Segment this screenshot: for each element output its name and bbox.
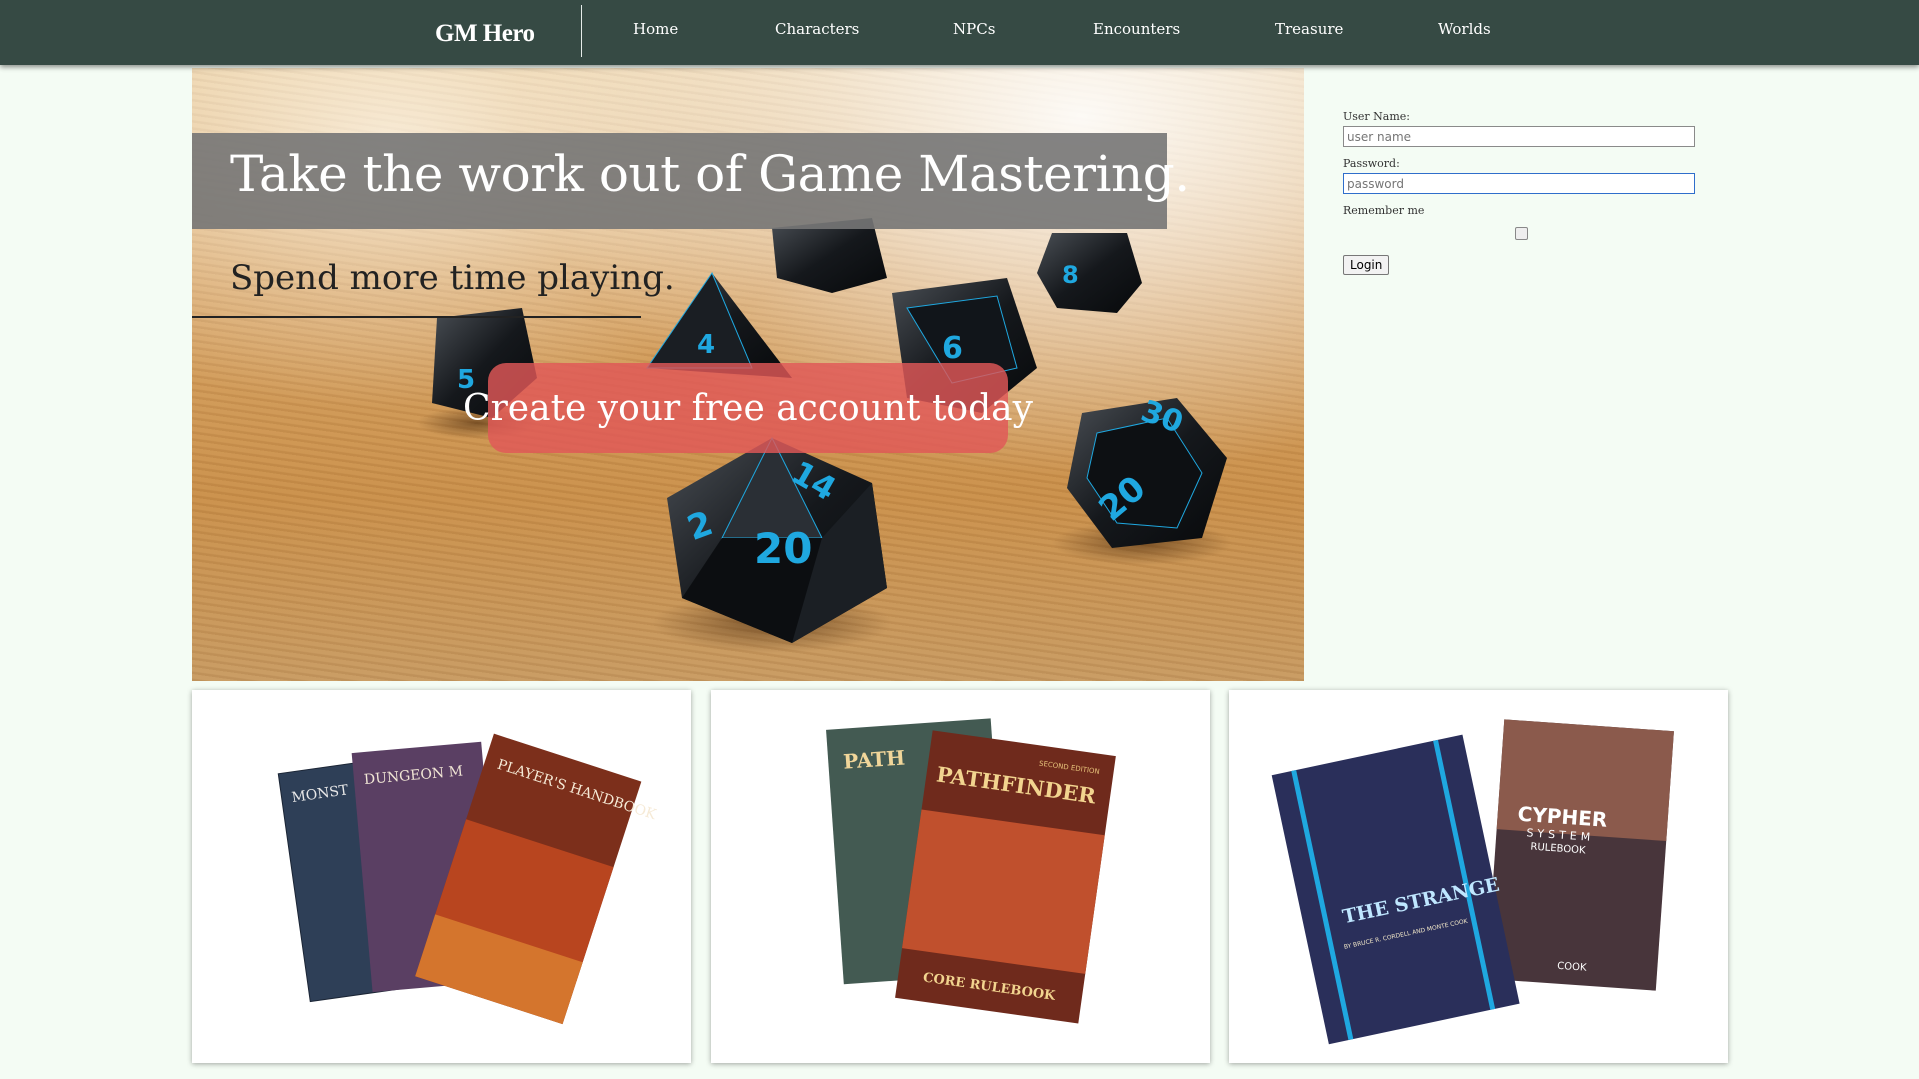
- nav-npcs[interactable]: NPCs: [953, 20, 995, 38]
- nav-worlds[interactable]: Worlds: [1438, 20, 1491, 38]
- dnd-books-card[interactable]: MONST DUNGEON M PLAYER'S HANDBOOK: [192, 690, 691, 1063]
- pathfinder-books-card[interactable]: PATH PATHFINDER SECOND EDITION CORE RULE…: [711, 690, 1210, 1063]
- login-form: User Name: Password: Remember me Login: [1343, 110, 1695, 275]
- die-number: 20: [754, 524, 812, 573]
- nav-characters[interactable]: Characters: [775, 20, 859, 38]
- hero-title-band: Take the work out of Game Mastering.: [192, 133, 1190, 229]
- nav-treasure[interactable]: Treasure: [1275, 20, 1343, 38]
- die-number: 4: [697, 330, 715, 360]
- d10-die: [772, 218, 887, 293]
- username-label: User Name:: [1343, 110, 1411, 123]
- cypher-books-card[interactable]: CYPHER SYSTEM RULEBOOK COOK THE STRANGE …: [1229, 690, 1728, 1063]
- create-account-button[interactable]: Create your free account today: [463, 363, 1033, 453]
- book-title: PATH: [842, 745, 905, 773]
- die-number: 6: [942, 331, 963, 366]
- nav-divider: [581, 5, 582, 57]
- hero-subtitle: Spend more time playing.: [230, 258, 675, 298]
- subtitle-underline: [192, 316, 641, 318]
- hero-banner: 20 14 2 30 20 6 4 8 5 Take the work out …: [192, 68, 1304, 681]
- top-navbar: GM Hero Home Characters NPCs Encounters …: [0, 0, 1919, 65]
- username-input[interactable]: [1343, 126, 1695, 147]
- nav-encounters[interactable]: Encounters: [1093, 20, 1180, 38]
- nav-home[interactable]: Home: [633, 20, 678, 38]
- password-label: Password:: [1343, 157, 1400, 170]
- hero-title: Take the work out of Game Mastering.: [230, 145, 1190, 203]
- remember-me-checkbox[interactable]: [1515, 227, 1528, 240]
- d6-die: 8: [1037, 233, 1142, 313]
- book-author: COOK: [1557, 961, 1587, 974]
- remember-me-label: Remember me: [1343, 204, 1425, 217]
- d12-die: 30 20: [1067, 394, 1227, 548]
- die-number: 8: [1062, 261, 1079, 289]
- cypher-books-image: CYPHER SYSTEM RULEBOOK COOK THE STRANGE …: [1271, 719, 1674, 1045]
- brand-logo[interactable]: GM Hero: [435, 20, 535, 48]
- login-button[interactable]: Login: [1343, 255, 1390, 275]
- dnd-books-image: MONST DUNGEON M PLAYER'S HANDBOOK: [277, 733, 658, 1025]
- password-input[interactable]: [1343, 173, 1695, 194]
- pathfinder-books-image: PATH PATHFINDER SECOND EDITION CORE RULE…: [826, 718, 1116, 1024]
